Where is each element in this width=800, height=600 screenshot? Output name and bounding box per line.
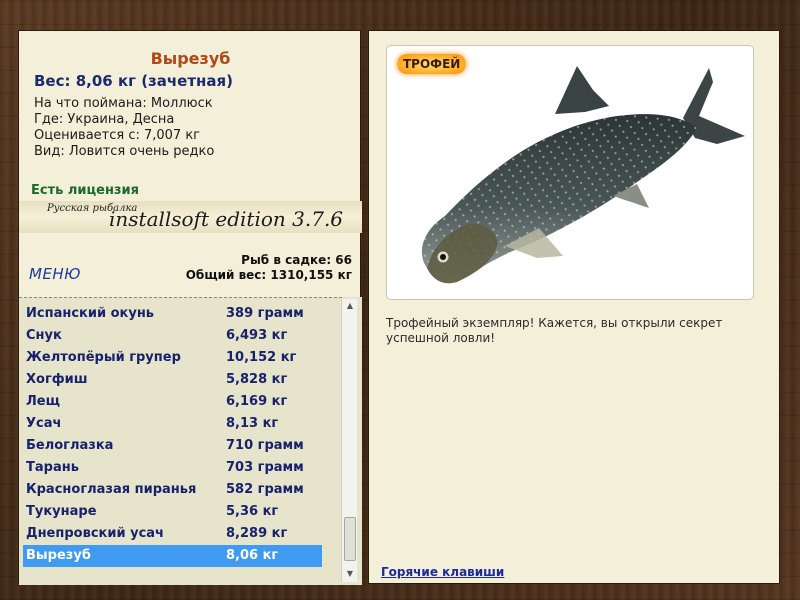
catch-fish-weight: 389 грамм (226, 306, 304, 321)
catch-fish-weight: 710 грамм (226, 438, 304, 453)
catch-fish-name: Лещ (26, 394, 60, 409)
catch-fish-name: Днепровский усач (26, 526, 164, 541)
catch-fish-name: Красноглазая пиранья (26, 482, 197, 497)
trophy-badge: ТРОФЕЙ (397, 54, 467, 74)
catch-fish-weight: 6,169 кг (226, 394, 288, 409)
catch-fish-name: Усач (26, 416, 62, 431)
keepnet-stats: Рыб в садке: 66 Общий вес: 1310,155 кг (186, 253, 352, 283)
catch-fish-name: Испанский окунь (26, 306, 155, 321)
catch-fish-name: Хогфиш (26, 372, 88, 387)
scroll-up-icon[interactable]: ▲ (342, 299, 358, 313)
catch-list-row[interactable]: Желтопёрый групер 10,152 кг (23, 347, 322, 369)
catch-list[interactable]: Испанский окунь 389 грамм Снук 6,493 кг Желт… (19, 297, 362, 585)
bait-info: На что поймана: Моллюск (34, 96, 213, 111)
fish-image (421, 66, 745, 284)
catch-list-row[interactable]: Белоглазка 710 грамм (23, 435, 322, 457)
catch-list-row[interactable]: Тарань 703 грамм (23, 457, 322, 479)
total-weight: Общий вес: 1310,155 кг (185, 268, 352, 282)
trophy-panel: ТРОФЕЙ Трофейный экземпляр! Кажется, вы … (368, 30, 780, 584)
catch-fish-weight: 8,06 кг (226, 548, 279, 563)
license-status: Есть лицензия (31, 183, 139, 198)
catch-list-row[interactable]: Красноглазая пиранья 582 грамм (23, 479, 322, 501)
fish-name-title: Вырезуб (150, 49, 231, 68)
scroll-down-icon[interactable]: ▼ (342, 567, 358, 581)
catch-fish-name: Тарань (26, 460, 79, 475)
edition-banner: Русская рыбалка installsoft edition 3.7.… (19, 201, 362, 233)
catch-list-row[interactable]: Снук 6,493 кг (23, 325, 322, 347)
catch-fish-weight: 10,152 кг (226, 350, 297, 365)
catch-list-row[interactable]: Тукунаре 5,36 кг (23, 501, 322, 523)
catch-fish-name: Желтопёрый групер (26, 350, 181, 365)
catch-fish-weight: 582 грамм (226, 482, 304, 497)
edition-label: installsoft edition 3.7.6 (109, 207, 344, 231)
menu-link[interactable]: МЕНЮ (29, 265, 81, 283)
list-scrollbar[interactable]: ▲ ▼ (341, 299, 357, 582)
scroll-thumb[interactable] (344, 517, 356, 561)
catch-fish-name: Вырезуб (26, 548, 91, 563)
catch-fish-weight: 703 грамм (226, 460, 304, 475)
catch-fish-weight: 8,289 кг (226, 526, 288, 541)
catch-info-panel: Вырезуб Вес: 8,06 кг (зачетная) На что п… (18, 30, 362, 585)
catch-fish-name: Тукунаре (26, 504, 97, 519)
list-divider (19, 297, 342, 302)
catch-list-row[interactable]: Днепровский усач 8,289 кг (23, 523, 322, 545)
catch-list-row[interactable]: Вырезуб 8,06 кг (23, 545, 322, 567)
rating-threshold-info: Оценивается с: 7,007 кг (34, 128, 201, 143)
catch-fish-weight: 8,13 кг (226, 416, 279, 431)
catch-list-row[interactable]: Испанский окунь 389 грамм (23, 303, 322, 325)
catch-fish-weight: 5,828 кг (226, 372, 288, 387)
trophy-description: Трофейный экземпляр! Кажется, вы открыли… (386, 316, 723, 345)
catch-fish-name: Снук (26, 328, 62, 343)
catch-fish-weight: 6,493 кг (226, 328, 288, 343)
rarity-info: Вид: Ловится очень редко (34, 144, 215, 159)
fish-count: Рыб в садке: 66 (241, 253, 352, 267)
fish-weight: Вес: 8,06 кг (зачетная) (34, 72, 234, 90)
catch-list-row[interactable]: Усач 8,13 кг (23, 413, 322, 435)
catch-fish-weight: 5,36 кг (226, 504, 279, 519)
fish-photo-frame: ТРОФЕЙ (386, 45, 754, 300)
catch-list-row[interactable]: Лещ 6,169 кг (23, 391, 322, 413)
catch-list-row[interactable]: Хогфиш 5,828 кг (23, 369, 322, 391)
hotkeys-link[interactable]: Горячие клавиши (381, 565, 504, 579)
catch-fish-name: Белоглазка (26, 438, 114, 453)
location-info: Где: Украина, Десна (34, 112, 175, 127)
